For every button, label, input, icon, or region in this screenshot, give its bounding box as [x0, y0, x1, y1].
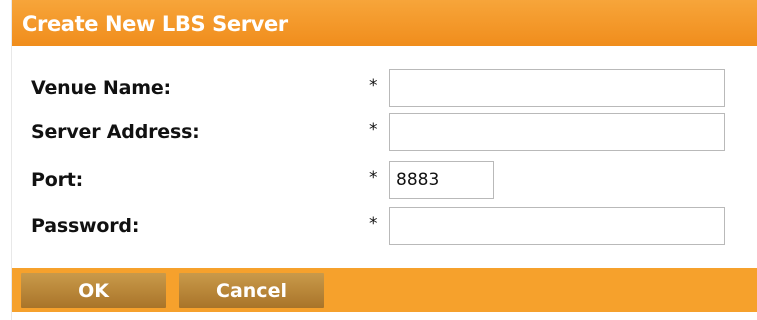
port-input[interactable]: [389, 161, 494, 199]
venue-name-input[interactable]: [389, 69, 725, 107]
dialog-title: Create New LBS Server: [12, 0, 757, 46]
dialog-footer: OK Cancel: [12, 268, 757, 312]
port-label: Port:: [31, 169, 84, 191]
create-lbs-server-dialog: Create New LBS Server Venue Name: * Serv…: [11, 0, 757, 320]
venue-name-required-mark: *: [369, 76, 378, 96]
port-row: Port: *: [12, 158, 757, 202]
password-label: Password:: [31, 215, 140, 237]
server-address-label: Server Address:: [31, 121, 200, 143]
cancel-button[interactable]: Cancel: [179, 273, 324, 308]
venue-name-label: Venue Name:: [31, 77, 171, 99]
server-address-required-mark: *: [369, 120, 378, 140]
ok-button[interactable]: OK: [21, 273, 166, 308]
password-required-mark: *: [369, 214, 378, 234]
port-required-mark: *: [369, 168, 378, 188]
server-address-row: Server Address: *: [12, 110, 757, 154]
password-input[interactable]: [389, 207, 725, 245]
venue-name-row: Venue Name: *: [12, 66, 757, 110]
password-row: Password: *: [12, 204, 757, 248]
server-address-input[interactable]: [389, 113, 725, 151]
